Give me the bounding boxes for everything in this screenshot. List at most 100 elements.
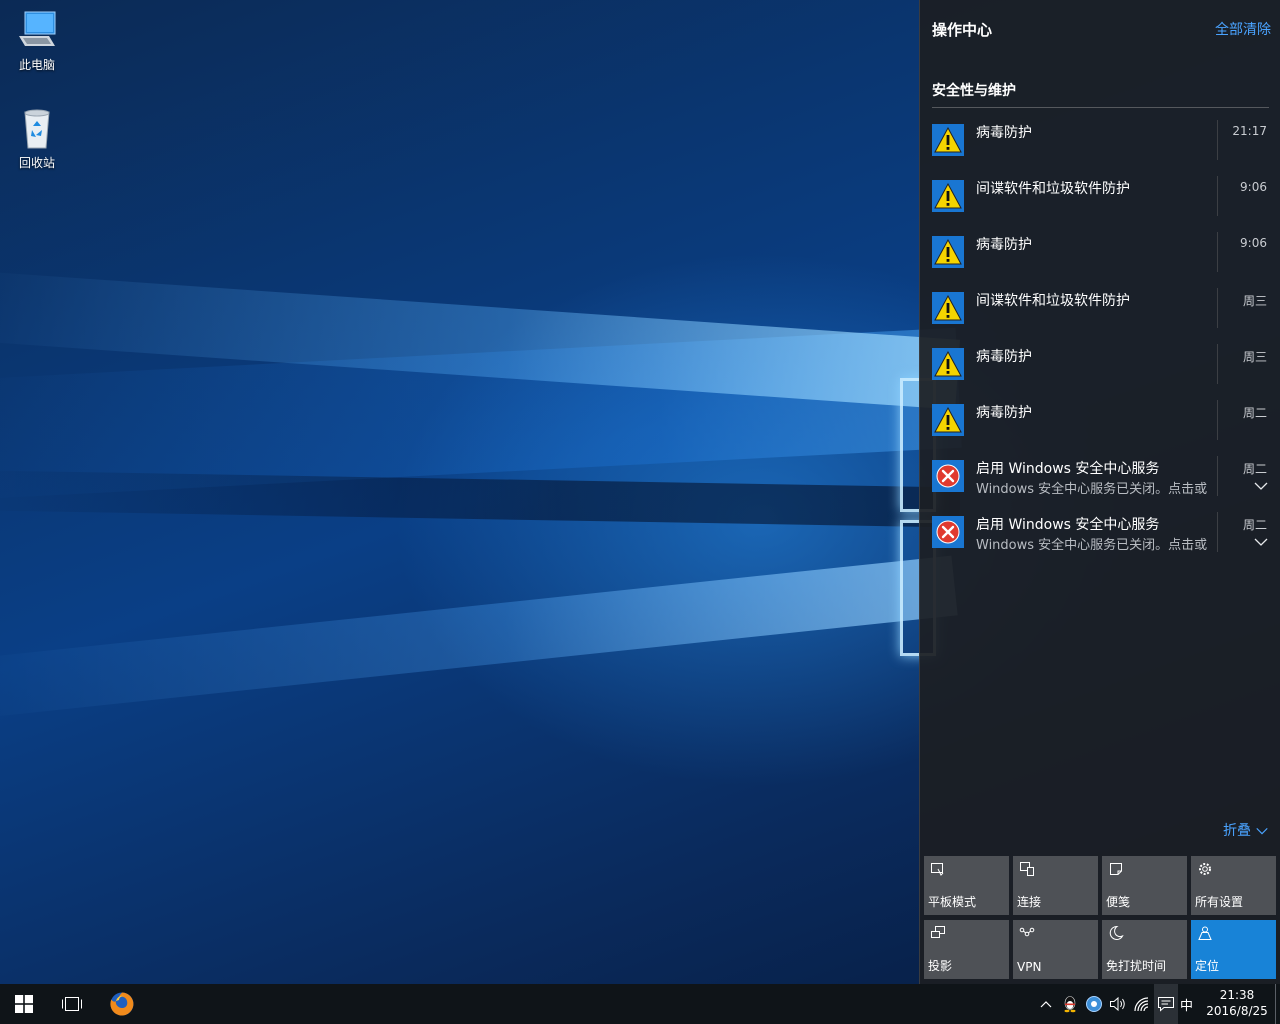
notification-item[interactable]: 病毒防护 周三	[920, 340, 1280, 396]
task-view-icon	[62, 997, 82, 1011]
app-status-icon	[1086, 996, 1102, 1012]
notification-time: 周二	[1242, 518, 1267, 532]
chevron-down-icon[interactable]	[1253, 534, 1269, 550]
notification-time: 21:17	[1232, 124, 1267, 138]
project-icon	[931, 926, 945, 938]
warning-icon	[932, 124, 964, 156]
firefox-icon	[110, 992, 134, 1016]
desktop-icon-recycle-bin[interactable]: 回收站	[6, 106, 68, 171]
notification-item[interactable]: 病毒防护 周二	[920, 396, 1280, 452]
task-view-button[interactable]	[48, 984, 96, 1024]
speaker-icon	[1110, 996, 1125, 1012]
quick-action-tablet-mode[interactable]: 平板模式	[924, 856, 1009, 915]
quick-action-quiet-hours[interactable]: 免打扰时间	[1102, 920, 1187, 979]
notification-title: 病毒防护	[976, 237, 1032, 253]
chevron-down-icon[interactable]	[1253, 478, 1269, 494]
taskbar-app-firefox[interactable]	[98, 984, 146, 1024]
wifi-icon	[1134, 997, 1149, 1012]
taskbar-clock[interactable]: 21:38 2016/8/25	[1200, 987, 1274, 1019]
location-icon	[1198, 926, 1212, 940]
wallpaper-beam	[0, 270, 961, 410]
warning-icon	[932, 404, 964, 436]
error-icon	[932, 460, 964, 492]
quick-action-label: 平板模式	[928, 895, 977, 909]
chevron-up-icon	[1040, 1001, 1052, 1008]
wallpaper-shadow	[0, 470, 961, 528]
collapse-quick-actions-button[interactable]: 折叠	[1223, 820, 1269, 840]
notification-item[interactable]: 病毒防护 21:17	[920, 116, 1280, 172]
windows-logo-icon	[15, 995, 33, 1013]
notification-time: 周二	[1242, 406, 1267, 420]
clock-time: 21:38	[1219, 988, 1255, 1002]
notification-divider	[1217, 176, 1218, 216]
tray-volume[interactable]	[1106, 984, 1130, 1024]
action-center-panel: 操作中心 全部清除 安全性与维护 病毒防护 21:17 间谍软件和垃圾软件防护	[919, 0, 1280, 984]
quick-action-label: 免打扰时间	[1106, 959, 1167, 973]
recycle-bin-icon	[24, 109, 50, 149]
tray-action-center[interactable]	[1154, 984, 1178, 1024]
wallpaper-beam	[0, 555, 958, 720]
notification-list: 病毒防护 21:17 间谍软件和垃圾软件防护 9:06 病毒防护 9:06 间谍…	[920, 116, 1280, 564]
quick-action-label: 所有设置	[1195, 895, 1244, 909]
notification-time: 周二	[1242, 462, 1267, 476]
notification-item[interactable]: 间谍软件和垃圾软件防护 9:06	[920, 172, 1280, 228]
quick-action-label: 便笺	[1106, 895, 1131, 909]
quick-action-connect[interactable]: 连接	[1013, 856, 1098, 915]
notification-title: 病毒防护	[976, 349, 1032, 365]
notification-body: Windows 安全中心服务已关闭。点击或	[976, 482, 1208, 497]
notification-time: 周三	[1242, 350, 1267, 364]
start-button[interactable]	[0, 984, 48, 1024]
quick-action-label: VPN	[1017, 960, 1042, 974]
desktop-icon-label: 此电脑	[18, 58, 55, 72]
tray-network[interactable]	[1130, 984, 1154, 1024]
warning-icon	[932, 236, 964, 268]
quick-action-project[interactable]: 投影	[924, 920, 1009, 979]
notification-time: 9:06	[1240, 236, 1267, 250]
notification-title: 启用 Windows 安全中心服务	[976, 461, 1160, 477]
notification-group-title: 安全性与维护	[932, 83, 1016, 99]
warning-icon	[932, 292, 964, 324]
taskbar: 中 21:38 2016/8/25	[0, 984, 1280, 1024]
notification-divider	[1217, 400, 1218, 440]
show-hidden-icons-button[interactable]	[1034, 984, 1058, 1024]
desktop-icon-this-pc[interactable]: 此电脑	[6, 8, 68, 73]
notification-item[interactable]: 病毒防护 9:06	[920, 228, 1280, 284]
qq-penguin-icon	[1064, 996, 1076, 1013]
connect-icon	[1020, 862, 1034, 876]
show-desktop-button[interactable]	[1275, 984, 1280, 1024]
quick-action-all-settings[interactable]: 所有设置	[1191, 856, 1276, 915]
clear-all-link[interactable]: 全部清除	[1215, 19, 1271, 39]
notification-time: 9:06	[1240, 180, 1267, 194]
tablet-mode-icon	[931, 863, 944, 876]
vpn-icon	[1019, 927, 1035, 937]
quick-action-location[interactable]: 定位	[1191, 920, 1276, 979]
ime-indicator[interactable]: 中	[1180, 995, 1193, 1014]
notification-title: 启用 Windows 安全中心服务	[976, 517, 1160, 533]
notification-item[interactable]: 间谍软件和垃圾软件防护 周三	[920, 284, 1280, 340]
notification-title: 间谍软件和垃圾软件防护	[976, 181, 1130, 197]
action-center-title: 操作中心	[932, 21, 993, 39]
quick-action-label: 定位	[1195, 959, 1220, 973]
notification-item[interactable]: 启用 Windows 安全中心服务 Windows 安全中心服务已关闭。点击或 …	[920, 452, 1280, 508]
notification-divider	[1217, 120, 1218, 160]
notification-divider	[1217, 232, 1218, 272]
clock-date: 2016/8/25	[1206, 1004, 1268, 1018]
notification-divider	[1217, 344, 1218, 384]
quick-action-vpn[interactable]: VPN	[1013, 920, 1098, 979]
tray-app-status[interactable]	[1082, 984, 1106, 1024]
notification-item[interactable]: 启用 Windows 安全中心服务 Windows 安全中心服务已关闭。点击或 …	[920, 508, 1280, 564]
quick-action-label: 投影	[928, 959, 953, 973]
notification-title: 间谍软件和垃圾软件防护	[976, 293, 1130, 309]
collapse-label: 折叠	[1223, 823, 1251, 839]
computer-icon	[19, 11, 56, 46]
notification-title: 病毒防护	[976, 125, 1032, 141]
tray-qq[interactable]	[1058, 984, 1082, 1024]
notification-divider	[1217, 456, 1218, 496]
desktop-screen: 此电脑 回收站 操作中心 全部清除 安全性与维护 病毒防护 21:17 间谍软件…	[0, 0, 1280, 1024]
quick-action-note[interactable]: 便笺	[1102, 856, 1187, 915]
notification-divider	[1217, 288, 1218, 328]
notification-body: Windows 安全中心服务已关闭。点击或	[976, 538, 1208, 553]
error-icon	[932, 516, 964, 548]
notification-time: 周三	[1242, 294, 1267, 308]
notification-title: 病毒防护	[976, 405, 1032, 421]
